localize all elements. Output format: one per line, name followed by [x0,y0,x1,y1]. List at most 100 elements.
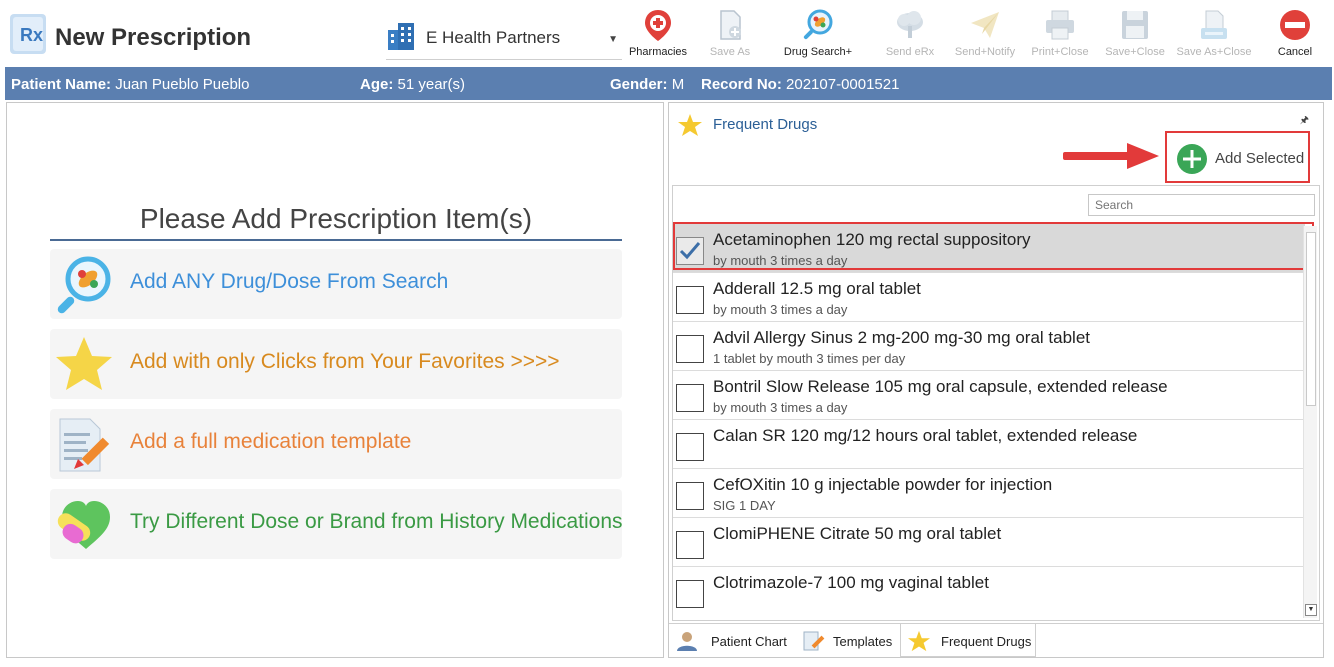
save-as-label: Save As [709,46,751,58]
drug-sig: by mouth 3 times a day [713,302,848,317]
search-input[interactable] [1088,194,1315,216]
templates-icon [803,631,825,651]
drug-sig: 1 tablet by mouth 3 times per day [713,351,906,366]
patient-info-bar: Patient Name: Juan Pueblo Pueblo Age: 51… [5,67,1332,100]
drug-name: Bontril Slow Release 105 mg oral capsule… [713,377,1168,396]
drug-name: Clotrimazole-7 100 mg vaginal tablet [713,573,989,592]
drug-list-item[interactable]: Clotrimazole-7 100 mg vaginal tablet [673,567,1305,616]
prescription-items-panel: Please Add Prescription Item(s) Add ANY … [6,102,664,658]
scrollbar-thumb[interactable] [1306,232,1316,406]
drug-checkbox[interactable] [676,433,704,461]
drug-list-item[interactable]: Adderall 12.5 mg oral tablet by mouth 3 … [673,273,1305,322]
frequent-drugs-title: Frequent Drugs [713,116,818,133]
cancel-label: Cancel [1277,46,1313,58]
drug-list-item[interactable]: Acetaminophen 120 mg rectal suppository … [673,224,1305,273]
cancel-icon [1280,10,1310,40]
save-as-icon [720,10,741,40]
send-notify-label: Send+Notify [954,46,1016,58]
pharmacies-label: Pharmacies [628,46,688,58]
drug-search-label: Drug Search+ [783,46,853,58]
checkmark-icon [679,242,701,260]
tab-templates-label: Templates [833,634,893,649]
send-erx-button[interactable]: Send eRx [872,8,948,66]
print-close-label: Print+Close [1031,46,1089,58]
pin-icon[interactable]: 🖈 [1300,113,1309,130]
drug-name: Adderall 12.5 mg oral tablet [713,279,921,298]
print-close-button[interactable]: Print+Close [1022,8,1098,66]
star-icon [678,114,702,136]
scroll-down-icon[interactable]: ▼ [1305,604,1317,616]
history-medications-label: Try Different Dose or Brand from History… [130,510,623,533]
drug-name: Advil Allergy Sinus 2 mg-200 mg-30 mg or… [713,328,1091,347]
page-title: New Prescription [55,24,252,51]
printer-icon [1046,10,1074,40]
drug-checkbox[interactable] [676,237,704,265]
empty-state-title: Please Add Prescription Item(s) [50,203,622,241]
drug-search-button[interactable]: Drug Search+ [780,8,856,66]
drug-list-item[interactable]: Calan SR 120 mg/12 hours oral tablet, ex… [673,420,1305,469]
add-selected-button[interactable]: Add Selected [1165,131,1310,183]
save-close-label: Save+Close [1105,46,1165,58]
drug-name: ClomiPHENE Citrate 50 mg oral tablet [713,524,1002,543]
drug-list-item[interactable]: CefOXitin 10 g injectable powder for inj… [673,469,1305,518]
floppy-icon [1122,11,1148,39]
add-selected-label: Add Selected [1215,150,1305,167]
tab-patient-chart[interactable]: Patient Chart [669,624,793,657]
save-close-button[interactable]: Save+Close [1097,8,1173,66]
star-icon [56,337,112,390]
save-as-close-label: Save As+Close [1176,46,1252,58]
save-as-close-button[interactable]: Save As+Close [1176,8,1252,66]
add-from-search-label: Add ANY Drug/Dose From Search [130,270,449,293]
drug-sig: by mouth 3 times a day [713,253,848,268]
header-toolbar: Rx New Prescription E Health Partners ▼ … [0,0,1334,66]
plus-icon [1177,144,1207,174]
add-template-label: Add a full medication template [130,430,412,453]
add-from-search-action[interactable]: Add ANY Drug/Dose From Search [50,249,622,319]
magnifier-pill-icon [57,256,111,314]
history-medications-action[interactable]: Try Different Dose or Brand from History… [50,489,623,559]
pharmacy-pin-icon [645,10,671,41]
document-pencil-icon [59,418,110,472]
drug-checkbox[interactable] [676,482,704,510]
arrow-annotation-icon [1063,143,1159,169]
drug-checkbox[interactable] [676,335,704,363]
add-template-action[interactable]: Add a full medication template [50,409,622,479]
drug-list-frame: Acetaminophen 120 mg rectal suppository … [672,185,1320,621]
pharmacies-button[interactable]: Pharmacies [620,8,696,66]
tab-frequent-drugs[interactable]: Frequent Drugs [900,624,1036,657]
drug-name: Acetaminophen 120 mg rectal suppository [713,230,1031,249]
star-icon [908,630,930,652]
drug-search-icon [803,9,833,40]
send-notify-button[interactable]: Send+Notify [947,8,1023,66]
drug-checkbox[interactable] [676,580,704,608]
cloud-send-icon [897,11,923,38]
save-as-button[interactable]: Save As [692,8,768,66]
panel-tabs: Patient Chart Templates Frequent Drugs [669,623,1323,657]
tab-templates[interactable]: Templates [795,624,899,657]
drug-checkbox[interactable] [676,531,704,559]
drug-sig: SIG 1 DAY [713,498,776,513]
drug-list-item[interactable]: ClomiPHENE Citrate 50 mg oral tablet [673,518,1305,567]
drug-name: Calan SR 120 mg/12 hours oral tablet, ex… [713,426,1138,445]
chevron-down-icon: ▼ [608,34,618,45]
tab-patient-chart-label: Patient Chart [711,634,787,649]
add-from-favorites-label: Add with only Clicks from Your Favorites… [130,350,560,373]
drug-list-item[interactable]: Bontril Slow Release 105 mg oral capsule… [673,371,1305,420]
patient-record-no: Record No: 202107-0001521 [701,76,900,93]
drug-name: CefOXitin 10 g injectable powder for inj… [713,475,1053,494]
svg-text:Rx: Rx [20,25,43,45]
practice-select[interactable]: E Health Partners ▼ [386,18,622,60]
cancel-button[interactable]: Cancel [1257,8,1333,66]
frequent-drugs-panel: Frequent Drugs 🖈 Add Selected Acetaminop… [668,102,1324,658]
save-as-close-icon [1201,10,1227,39]
practice-name: E Health Partners [426,28,561,47]
patient-name: Patient Name: Juan Pueblo Pueblo [11,76,250,93]
drug-checkbox[interactable] [676,384,704,412]
send-erx-label: Send eRx [885,46,935,58]
drug-list-item[interactable]: Advil Allergy Sinus 2 mg-200 mg-30 mg or… [673,322,1305,371]
drug-checkbox[interactable] [676,286,704,314]
building-icon [388,23,414,50]
add-from-favorites-action[interactable]: Add with only Clicks from Your Favorites… [50,329,622,399]
drug-list-scrollbar[interactable]: ▼ [1303,226,1317,618]
drug-sig: by mouth 3 times a day [713,400,848,415]
